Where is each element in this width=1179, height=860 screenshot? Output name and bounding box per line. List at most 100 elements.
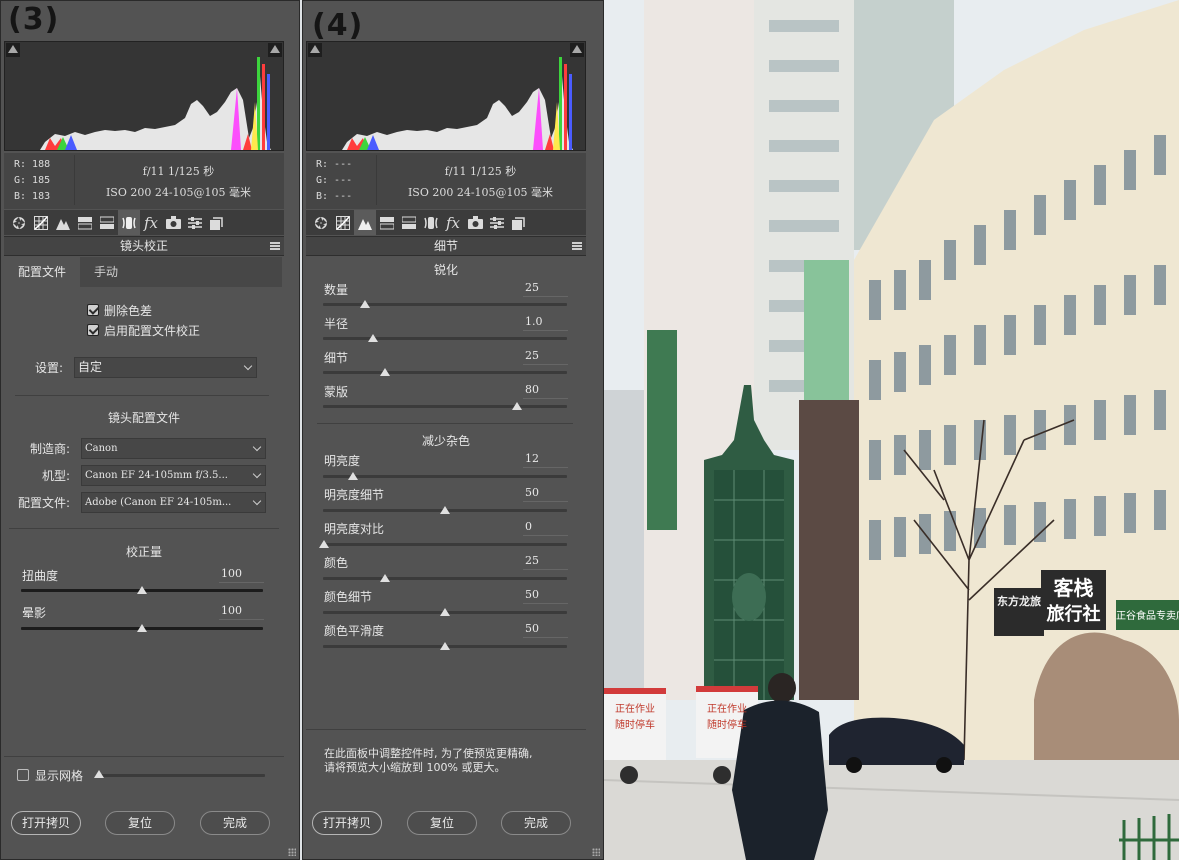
luminance-slider[interactable] [323,475,567,478]
detail-slider-thumb[interactable] [380,368,390,376]
open-copy-button[interactable]: 打开拷贝 [312,811,382,835]
aperture-icon[interactable] [8,210,30,235]
remove-ca-checkbox[interactable] [87,304,99,316]
highlight-clipping-icon[interactable] [570,43,584,57]
panel-tabs: fx [4,210,284,235]
color-slider[interactable] [323,577,567,580]
preview-note-line1: 在此面板中调整控件时, 为了使预览更精确, [324,747,533,760]
color-smoothness-slider-thumb[interactable] [440,642,450,650]
tone-curve-icon[interactable] [332,210,354,235]
resize-grip[interactable] [288,848,296,856]
radius-slider[interactable] [323,337,567,340]
exif-aperture-shutter: f/11 1/125 秒 [142,165,215,178]
done-button[interactable]: 完成 [501,811,571,835]
masking-slider[interactable] [323,405,567,408]
panel-menu-icon[interactable] [270,242,280,250]
color-smoothness-value[interactable]: 50 [523,622,568,638]
shop-sign-left: 东方龙旅 [997,595,1041,608]
luminance-value[interactable]: 12 [523,452,568,468]
shop-sign-inn: 客栈 [1053,576,1094,600]
snapshots-icon[interactable] [206,210,228,235]
hsl-icon[interactable] [376,210,398,235]
truck-sign-1b: 随时停车 [615,720,655,731]
camera-calibration-icon[interactable] [464,210,486,235]
show-grid-label: 显示网格 [35,769,84,783]
grid-size-slider[interactable] [97,774,265,777]
radius-label: 半径 [324,317,349,331]
detail-icon[interactable] [52,210,74,235]
lens-profile-heading: 镜头配置文件 [107,411,180,425]
camera-calibration-icon[interactable] [162,210,184,235]
lens-correction-icon[interactable] [118,210,140,235]
profile-label: 配置文件: [18,496,71,510]
luminance-slider-thumb[interactable] [348,472,358,480]
grid-size-thumb[interactable] [94,770,104,778]
enable-profile-label: 启用配置文件校正 [104,324,201,338]
hsl-icon[interactable] [74,210,96,235]
truck-sign-2a: 正在作业 [707,704,747,715]
lens-correction-icon[interactable] [420,210,442,235]
radius-slider-thumb[interactable] [368,334,378,342]
snapshots-icon[interactable] [508,210,530,235]
amount-label: 数量 [324,283,349,297]
shadow-clipping-icon[interactable] [308,43,322,57]
effects-fx-icon[interactable]: fx [140,210,162,235]
masking-value[interactable]: 80 [523,383,568,399]
model-label: 机型: [42,469,71,483]
detail-slider[interactable] [323,371,567,374]
presets-sliders-icon[interactable] [486,210,508,235]
setup-select[interactable]: 自定 [74,357,257,378]
open-copy-button[interactable]: 打开拷贝 [11,811,81,835]
vignetting-value[interactable]: 100 [219,604,264,620]
distortion-value[interactable]: 100 [219,567,264,583]
histogram [306,41,586,151]
color-detail-slider-thumb[interactable] [440,608,450,616]
step-label-4: (4) [312,8,364,43]
amount-value[interactable]: 25 [523,281,568,297]
split-toning-icon[interactable] [96,210,118,235]
masking-slider-thumb[interactable] [512,402,522,410]
photo-preview: 客栈 旅行社 东方龙旅 正谷食品专卖店 正在作业 随时停车 正在作业 随时停车 [604,0,1179,860]
tone-curve-icon[interactable] [30,210,52,235]
make-label: 制造商: [30,442,71,456]
show-grid-checkbox[interactable] [17,769,29,781]
luminance-contrast-slider-thumb[interactable] [319,540,329,548]
color-slider-thumb[interactable] [380,574,390,582]
exif-iso-lens: ISO 200 24-105@105 毫米 [407,186,554,199]
preview-note-line2: 请将预览大小缩放到 100% 或更大。 [324,761,506,774]
color-detail-value[interactable]: 50 [523,588,568,604]
color-detail-label: 颜色细节 [324,590,373,604]
luminance-contrast-value[interactable]: 0 [523,520,568,536]
detail-value[interactable]: 25 [523,349,568,365]
presets-sliders-icon[interactable] [184,210,206,235]
tab-profile[interactable]: 配置文件 [5,257,79,287]
detail-icon[interactable] [354,210,376,235]
done-button[interactable]: 完成 [200,811,270,835]
profile-select[interactable]: Adobe (Canon EF 24-105m... [81,492,266,513]
shadow-clipping-icon[interactable] [6,43,20,57]
reset-button[interactable]: 复位 [105,811,175,835]
truck-sign-2b: 随时停车 [707,720,747,731]
effects-fx-icon[interactable]: fx [442,210,464,235]
sharpening-heading: 锐化 [433,263,458,277]
radius-value[interactable]: 1.0 [523,315,568,331]
luminance-contrast-slider[interactable] [323,543,567,546]
vignetting-slider-thumb[interactable] [137,624,147,632]
reset-button[interactable]: 复位 [407,811,477,835]
luminance-detail-slider-thumb[interactable] [440,506,450,514]
panel-title: 细节 [306,236,586,256]
enable-profile-checkbox[interactable] [87,324,99,336]
luminance-contrast-label: 明亮度对比 [324,522,385,536]
model-select[interactable]: Canon EF 24-105mm f/3.5... [81,465,266,486]
panel-menu-icon[interactable] [572,242,582,250]
resize-grip[interactable] [592,848,600,856]
aperture-icon[interactable] [310,210,332,235]
split-toning-icon[interactable] [398,210,420,235]
distortion-slider-thumb[interactable] [137,586,147,594]
highlight-clipping-icon[interactable] [268,43,282,57]
luminance-detail-value[interactable]: 50 [523,486,568,502]
make-select[interactable]: Canon [81,438,266,459]
amount-slider-thumb[interactable] [360,300,370,308]
tab-manual[interactable]: 手动 [80,257,132,287]
color-value[interactable]: 25 [523,554,568,570]
